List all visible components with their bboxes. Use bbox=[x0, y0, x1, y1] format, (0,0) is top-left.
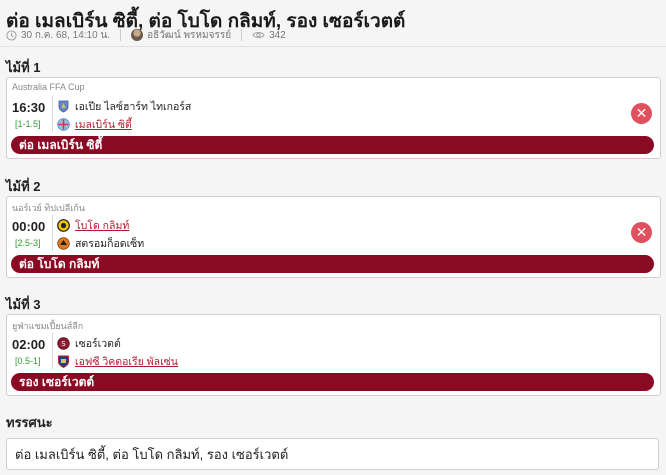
pick-label: ไม้ที่ 1 bbox=[6, 60, 41, 75]
author-name[interactable]: อธิวัฒน์ พรหมจรรย์ bbox=[147, 28, 231, 43]
eye-icon bbox=[252, 30, 265, 40]
handicap-line: [0.5-1] bbox=[15, 356, 41, 366]
svg-text:S: S bbox=[61, 340, 66, 348]
kickoff-time: 16:30 bbox=[12, 100, 46, 115]
handicap-line: [2.5-3] bbox=[15, 238, 41, 248]
close-icon: ✕ bbox=[631, 103, 652, 124]
meta-divider bbox=[241, 29, 243, 41]
home-team[interactable]: โบโด กลิมท์ bbox=[57, 217, 129, 234]
home-team: เอเปีย ไลซ์ฮาร์ท ไทเกอร์ส bbox=[57, 98, 191, 115]
away-team[interactable]: เอฟซี วิคตอเรีย พัลเซ่น bbox=[57, 353, 178, 370]
summary-box: ต่อ เมลเบิร์น ซิตี้, ต่อ โบโด กลิมท์, รอ… bbox=[6, 438, 659, 470]
match-card: Australia FFA Cup 16:30 [1-1.5] เอเปีย ไ… bbox=[6, 77, 661, 159]
pick-label: ไม้ที่ 3 bbox=[6, 297, 41, 312]
summary-label: ทรรศนะ bbox=[6, 415, 53, 430]
header-divider bbox=[0, 46, 666, 47]
kickoff-time: 00:00 bbox=[12, 219, 46, 234]
article-meta: 30 ก.ค. 68, 14:10 น. อธิวัฒน์ พรหมจรรย์ … bbox=[6, 27, 286, 43]
match-card: ยูฟ่าแชมเปี้ยนส์ลีก 02:00 [0.5-1] S เซอร… bbox=[6, 314, 661, 396]
publish-date: 30 ก.ค. 68, 14:10 น. bbox=[21, 29, 111, 41]
handicap-line: [1-1.5] bbox=[15, 119, 41, 129]
pick-label: ไม้ที่ 2 bbox=[6, 179, 41, 194]
card-divider bbox=[52, 333, 53, 369]
team-logo-icon bbox=[57, 100, 70, 113]
team-logo-icon: S bbox=[57, 337, 70, 350]
team-logo-icon bbox=[57, 237, 70, 250]
clock-icon bbox=[6, 29, 17, 41]
league-name: นอร์เวย์ ทิปเปลีเก้น bbox=[12, 203, 85, 213]
away-team-name[interactable]: เมลเบิร์น ซิตี้ bbox=[75, 116, 132, 133]
away-team[interactable]: เมลเบิร์น ซิตี้ bbox=[57, 116, 132, 133]
away-team-name[interactable]: เอฟซี วิคตอเรีย พัลเซ่น bbox=[75, 353, 178, 370]
team-logo-icon bbox=[57, 219, 70, 232]
article-page: ต่อ เมลเบิร์น ซิตี้, ต่อ โบโด กลิมท์, รอ… bbox=[0, 0, 666, 475]
home-team-name: เอเปีย ไลซ์ฮาร์ท ไทเกอร์ส bbox=[75, 101, 192, 113]
team-logo-icon bbox=[57, 355, 70, 368]
home-team-name: เซอร์เวตต์ bbox=[75, 338, 121, 350]
view-count: 342 bbox=[269, 29, 286, 41]
card-divider bbox=[52, 96, 53, 132]
home-team-name[interactable]: โบโด กลิมท์ bbox=[75, 217, 129, 234]
match-card: นอร์เวย์ ทิปเปลีเก้น 00:00 [2.5-3] โบโด … bbox=[6, 196, 661, 278]
meta-divider bbox=[120, 29, 122, 41]
pick-bar: ต่อ โบโด กลิมท์ bbox=[11, 255, 654, 273]
home-team: S เซอร์เวตต์ bbox=[57, 335, 121, 352]
pick-bar: ต่อ เมลเบิร์น ซิตี้ bbox=[11, 136, 654, 154]
team-logo-icon bbox=[57, 118, 70, 131]
pick-bar: รอง เซอร์เวตต์ bbox=[11, 373, 654, 391]
close-icon: ✕ bbox=[631, 222, 652, 243]
away-team-name: สตรอมก็อดเซ็ท bbox=[75, 238, 145, 250]
kickoff-time: 02:00 bbox=[12, 337, 46, 352]
league-name: Australia FFA Cup bbox=[12, 82, 85, 92]
author-avatar[interactable] bbox=[131, 29, 144, 41]
away-team: สตรอมก็อดเซ็ท bbox=[57, 235, 144, 252]
league-name: ยูฟ่าแชมเปี้ยนส์ลีก bbox=[12, 321, 84, 331]
card-divider bbox=[52, 215, 53, 251]
